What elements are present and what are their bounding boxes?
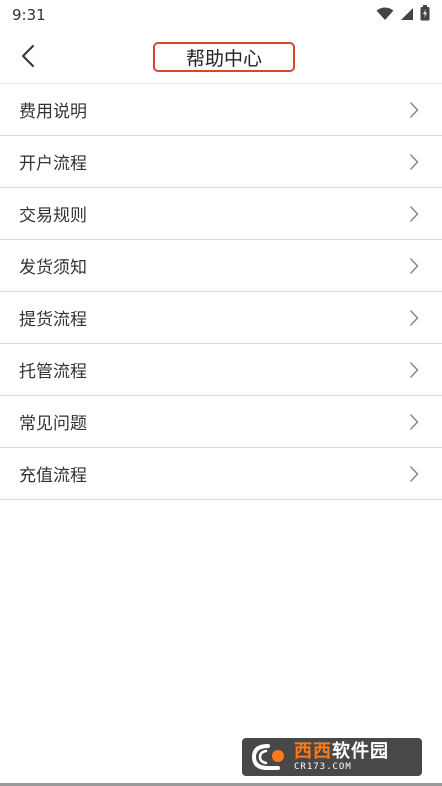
menu-item-fee-description[interactable]: 费用说明: [0, 84, 442, 136]
status-time: 9:31: [12, 6, 46, 24]
menu-item-label: 托管流程: [19, 362, 87, 382]
menu-item-label: 开户流程: [19, 154, 87, 174]
watermark-brand-rest: 软件园: [332, 740, 389, 762]
chevron-right-icon: [408, 153, 420, 171]
menu-item-faq[interactable]: 常见问题: [0, 396, 442, 448]
status-icons: [376, 5, 430, 25]
menu-item-trading-rules[interactable]: 交易规则: [0, 188, 442, 240]
menu-item-label: 费用说明: [19, 102, 87, 122]
help-menu-list: 费用说明 开户流程 交易规则 发货须知 提货流程 托管流程 常见问题 充值流程: [0, 83, 442, 500]
watermark: 西西软件园 CR173.COM: [242, 738, 422, 776]
chevron-left-icon: [22, 45, 34, 67]
menu-item-label: 提货流程: [19, 310, 87, 330]
wifi-icon: [376, 6, 394, 25]
back-button[interactable]: [10, 38, 46, 74]
watermark-brand-accent: 西西: [294, 740, 332, 762]
nav-bar: 帮助中心: [0, 30, 442, 82]
menu-item-shipping-notice[interactable]: 发货须知: [0, 240, 442, 292]
menu-item-label: 常见问题: [19, 414, 87, 434]
status-bar: 9:31: [0, 0, 442, 30]
chevron-right-icon: [408, 309, 420, 327]
menu-item-recharge-process[interactable]: 充值流程: [0, 448, 442, 500]
page-title: 帮助中心: [153, 42, 295, 72]
chevron-right-icon: [408, 465, 420, 483]
watermark-brand: 西西软件园: [294, 740, 389, 762]
chevron-right-icon: [408, 257, 420, 275]
watermark-text: 西西软件园 CR173.COM: [294, 740, 389, 772]
menu-item-account-opening[interactable]: 开户流程: [0, 136, 442, 188]
battery-charging-icon: [420, 5, 430, 25]
menu-item-label: 交易规则: [19, 206, 87, 226]
chevron-right-icon: [408, 205, 420, 223]
watermark-logo-icon: [251, 744, 284, 770]
watermark-domain: CR173.COM: [294, 761, 352, 772]
cell-signal-icon: [400, 6, 414, 25]
chevron-right-icon: [408, 101, 420, 119]
chevron-right-icon: [408, 413, 420, 431]
menu-item-pickup-process[interactable]: 提货流程: [0, 292, 442, 344]
menu-item-custody-process[interactable]: 托管流程: [0, 344, 442, 396]
menu-item-label: 充值流程: [19, 466, 87, 486]
chevron-right-icon: [408, 361, 420, 379]
menu-item-label: 发货须知: [19, 258, 87, 278]
